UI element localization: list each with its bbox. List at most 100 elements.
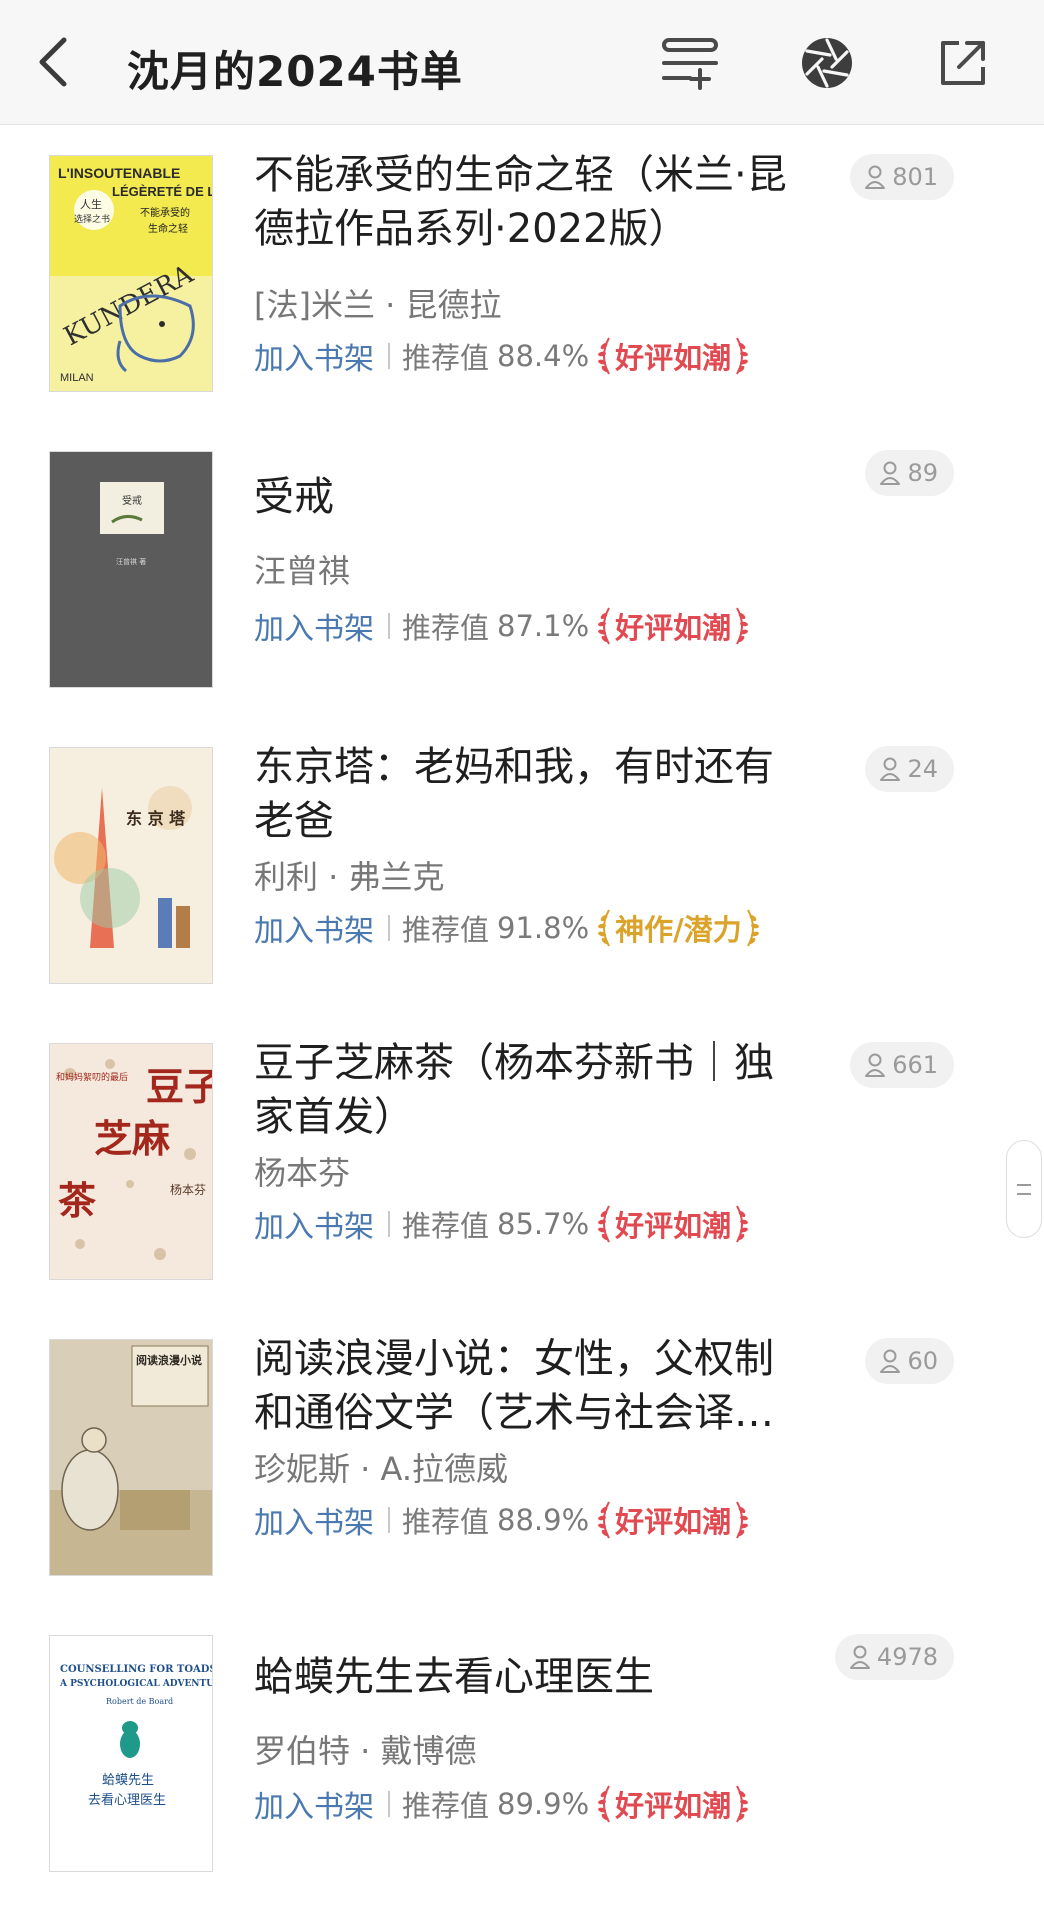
laurel-left-icon: [598, 607, 611, 645]
recommend-label: 推荐值: [402, 1505, 490, 1539]
reader-count-pill[interactable]: 24: [865, 746, 954, 792]
scroll-handle-line: [1017, 1192, 1031, 1195]
svg-text:A PSYCHOLOGICAL ADVENTURE: A PSYCHOLOGICAL ADVENTURE: [59, 1679, 212, 1689]
reader-count-pill[interactable]: 661: [850, 1042, 954, 1088]
book-cover[interactable]: COUNSELLING FOR TOADS: A PSYCHOLOGICAL A…: [50, 1636, 212, 1871]
reader-count-pill[interactable]: 89: [865, 450, 954, 496]
reader-count-pill[interactable]: 60: [865, 1338, 954, 1384]
laurel-right-icon: [736, 607, 749, 645]
divider: [388, 1791, 390, 1817]
badge-label: 好评如潮: [615, 1505, 732, 1539]
book-list-item[interactable]: 阅读浪漫小说 阅读浪漫小说：女性，父权制和通俗文学（艺术与社会译… 珍妮斯 · …: [0, 1308, 1044, 1604]
cover-title-fr: L'INSOUTENABLE: [58, 165, 180, 181]
book-cover[interactable]: 受戒 汪曾祺 著: [50, 452, 212, 687]
add-to-shelf-button[interactable]: 加入书架: [254, 906, 374, 950]
recommend-value: 88.9%: [497, 1503, 590, 1537]
book-list-item[interactable]: L'INSOUTENABLE LÉGÈRETÉ DE L'ÊTRE 人生 选择之…: [0, 124, 1044, 420]
book-actions: 加入书架 推荐值 88.9% 好评如潮: [254, 1496, 749, 1544]
svg-text:阅读浪漫小说: 阅读浪漫小说: [136, 1353, 202, 1367]
book-title[interactable]: 不能承受的生命之轻（米兰·昆德拉作品系列·2022版）: [254, 148, 794, 256]
divider: [388, 915, 390, 941]
svg-text:Robert de Board: Robert de Board: [106, 1697, 173, 1706]
rating-badge: 好评如潮: [597, 1203, 749, 1245]
recommend-value: 85.7%: [497, 1207, 590, 1241]
add-to-shelf-button[interactable]: 加入书架: [254, 1498, 374, 1542]
svg-text:豆子: 豆子: [146, 1064, 212, 1109]
badge-label: 好评如潮: [615, 1209, 732, 1243]
badge-label: 好评如潮: [615, 341, 732, 375]
svg-text:去看心理医生: 去看心理医生: [88, 1792, 166, 1808]
recommend-label: 推荐值: [402, 1209, 490, 1243]
scroll-handle[interactable]: [1006, 1140, 1042, 1238]
rating-badge: 好评如潮: [597, 1499, 749, 1541]
book-title[interactable]: 东京塔：老妈和我，有时还有老爸: [254, 740, 794, 848]
svg-text:东 京 塔: 东 京 塔: [126, 809, 186, 828]
reader-count: 661: [892, 1051, 938, 1079]
share-external-icon: [941, 41, 985, 85]
recommend-value: 87.1%: [497, 609, 590, 643]
reader-count: 801: [892, 163, 938, 191]
add-to-shelf-button[interactable]: 加入书架: [254, 604, 374, 648]
laurel-right-icon: [736, 1501, 749, 1539]
rating-badge: 好评如潮: [597, 1783, 749, 1825]
svg-text:茶: 茶: [58, 1178, 97, 1223]
book-actions: 加入书架 推荐值 91.8% 神作/潜力: [254, 904, 760, 952]
book-actions: 加入书架 推荐值 88.4% 好评如潮: [254, 332, 749, 380]
laurel-left-icon: [598, 1785, 611, 1823]
recommend-label: 推荐值: [402, 341, 490, 375]
add-to-shelf-button[interactable]: 加入书架: [254, 1202, 374, 1246]
book-cover[interactable]: 东 京 塔: [50, 748, 212, 983]
book-list-item[interactable]: 豆子 芝麻 茶 杨本芬 和妈妈絮叨的最后 豆子芝麻茶（杨本芬新书｜独家首发） 杨…: [0, 1012, 1044, 1308]
book-cover[interactable]: L'INSOUTENABLE LÉGÈRETÉ DE L'ÊTRE 人生 选择之…: [50, 156, 212, 391]
person-icon: [865, 1053, 886, 1077]
person-icon: [880, 1349, 901, 1373]
recommend-label: 推荐值: [402, 913, 490, 947]
svg-text:汪曾祺 著: 汪曾祺 著: [116, 557, 146, 566]
book-title[interactable]: 蛤蟆先生去看心理医生: [254, 1650, 794, 1704]
laurel-left-icon: [598, 1501, 611, 1539]
filter-add-button[interactable]: [657, 30, 723, 96]
svg-text:杨本芬: 杨本芬: [170, 1182, 206, 1197]
book-cover[interactable]: 豆子 芝麻 茶 杨本芬 和妈妈絮叨的最后: [50, 1044, 212, 1279]
book-author: 珍妮斯 · A.拉德威: [254, 1450, 509, 1488]
share-button[interactable]: [930, 30, 996, 96]
person-icon: [880, 461, 901, 485]
laurel-left-icon: [598, 909, 611, 947]
book-title[interactable]: 受戒: [254, 470, 794, 524]
add-to-shelf-button[interactable]: 加入书架: [254, 1782, 374, 1826]
add-to-shelf-button[interactable]: 加入书架: [254, 334, 374, 378]
reader-count-pill[interactable]: 4978: [834, 1634, 954, 1680]
filter-add-icon: [662, 38, 718, 90]
badge-label: 神作/潜力: [615, 913, 742, 947]
svg-text:MILAN: MILAN: [60, 372, 94, 384]
book-actions: 加入书架 推荐值 85.7% 好评如潮: [254, 1200, 749, 1248]
person-icon: [865, 165, 886, 189]
aperture-icon: [802, 38, 852, 88]
book-list-item[interactable]: 受戒 汪曾祺 著 受戒 汪曾祺 加入书架 推荐值 87.1% 好评如潮 89: [0, 420, 1044, 716]
book-author: [法]米兰 · 昆德拉: [254, 286, 502, 324]
reader-count-pill[interactable]: 801: [850, 154, 954, 200]
chevron-left-icon: [39, 37, 67, 87]
book-cover[interactable]: 阅读浪漫小说: [50, 1340, 212, 1575]
recommend-label: 推荐值: [402, 1789, 490, 1823]
back-button[interactable]: [22, 30, 86, 94]
book-title[interactable]: 阅读浪漫小说：女性，父权制和通俗文学（艺术与社会译…: [254, 1332, 794, 1440]
svg-text:受戒: 受戒: [122, 495, 142, 507]
book-list-item[interactable]: COUNSELLING FOR TOADS: A PSYCHOLOGICAL A…: [0, 1604, 1044, 1900]
rating-badge: 好评如潮: [597, 335, 749, 377]
reader-count: 89: [907, 459, 938, 487]
book-author: 罗伯特 · 戴博德: [254, 1732, 477, 1770]
badge-label: 好评如潮: [615, 1789, 732, 1823]
scroll-handle-line: [1017, 1183, 1031, 1186]
aperture-button[interactable]: [794, 30, 860, 96]
laurel-right-icon: [736, 337, 749, 375]
book-actions: 加入书架 推荐值 87.1% 好评如潮: [254, 602, 749, 650]
book-author: 利利 · 弗兰克: [254, 858, 445, 896]
recommend-value: 91.8%: [497, 911, 590, 945]
badge-label: 好评如潮: [615, 611, 732, 645]
book-title[interactable]: 豆子芝麻茶（杨本芬新书｜独家首发）: [254, 1036, 794, 1144]
book-list-item[interactable]: 东 京 塔 东京塔：老妈和我，有时还有老爸 利利 · 弗兰克 加入书架 推荐值 …: [0, 716, 1044, 1012]
svg-text:芝麻: 芝麻: [94, 1116, 170, 1161]
book-author: 汪曾祺: [254, 552, 351, 590]
divider: [388, 343, 390, 369]
